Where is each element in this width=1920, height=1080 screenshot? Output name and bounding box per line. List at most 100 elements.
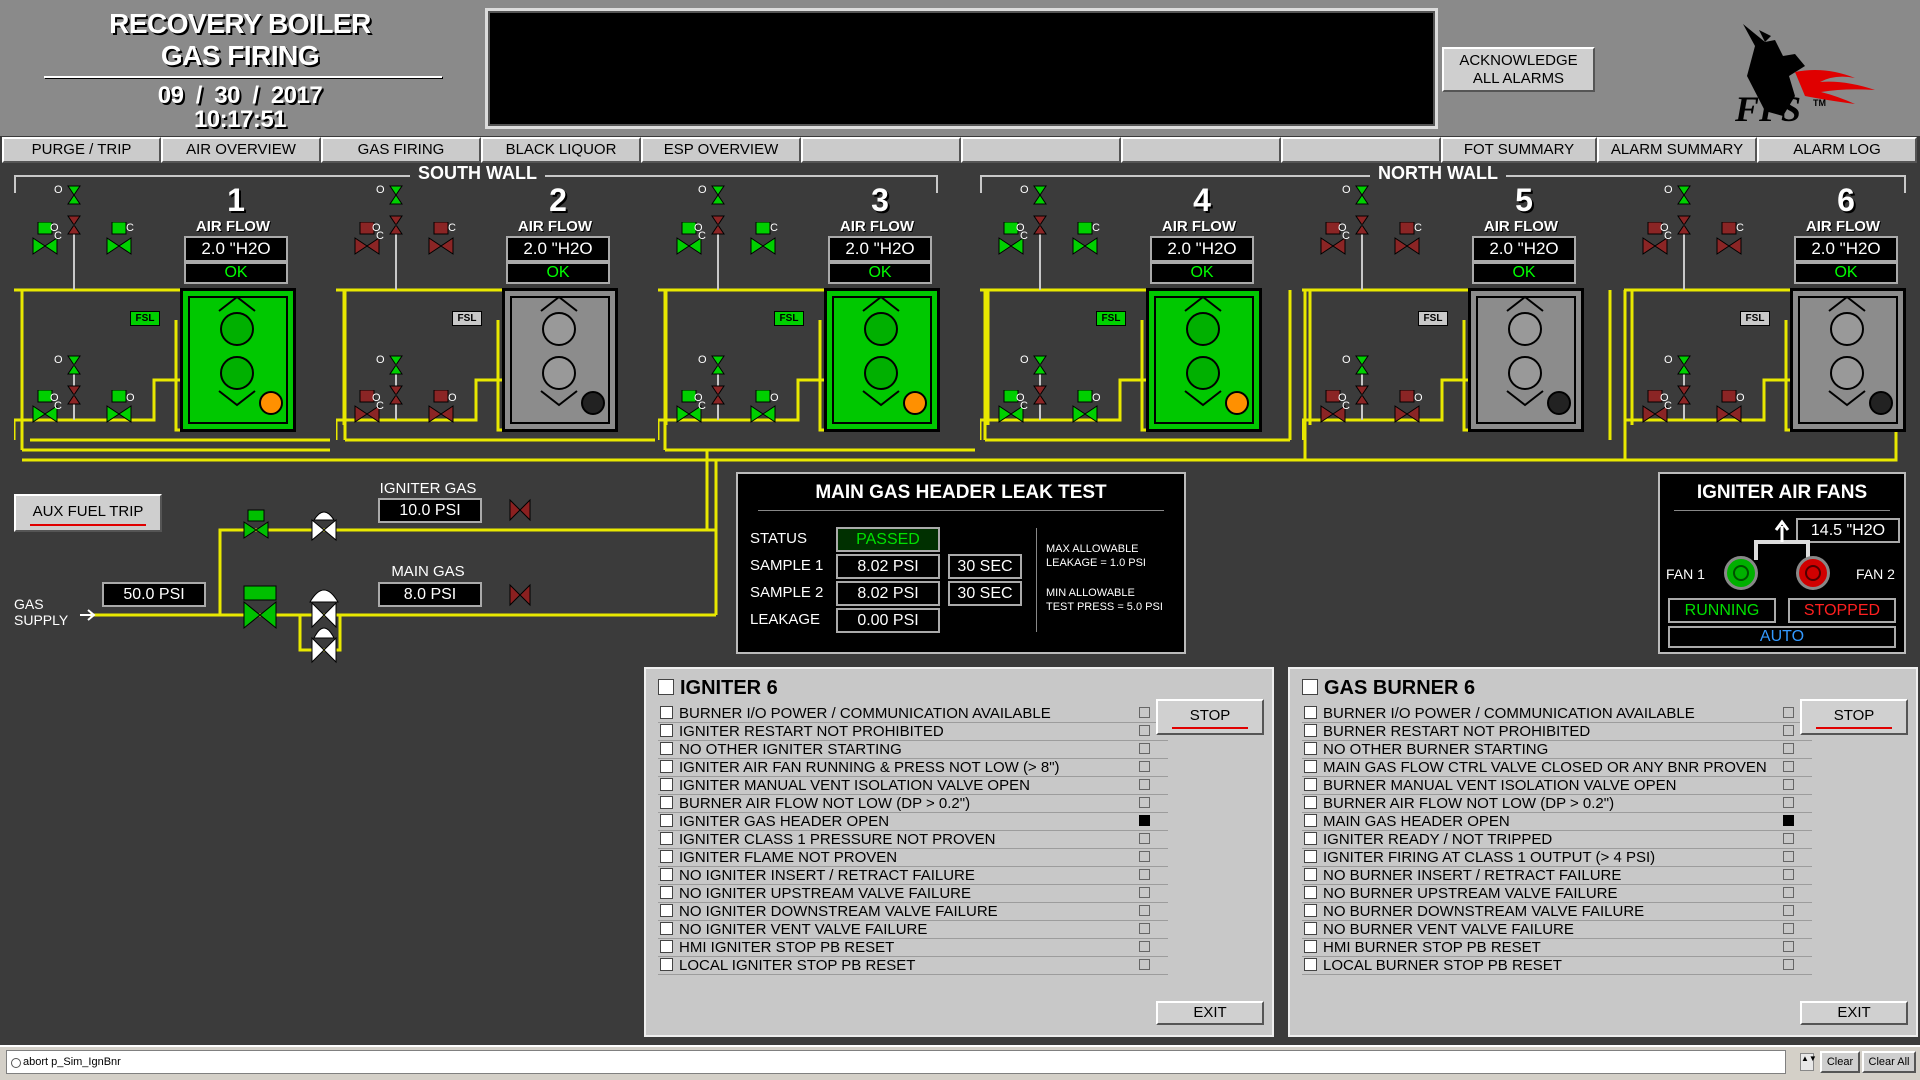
igniter-exit-button[interactable]: EXIT: [1156, 1001, 1264, 1025]
fan2-icon[interactable]: [1796, 556, 1830, 590]
permissive-checkbox[interactable]: [1304, 706, 1317, 719]
permissive-checkbox[interactable]: [1304, 796, 1317, 809]
burner-exit-button[interactable]: EXIT: [1800, 1001, 1908, 1025]
igniter-manual-valve[interactable]: [66, 184, 82, 206]
burner-body[interactable]: [1790, 288, 1906, 432]
permissive-indicator: [1783, 707, 1794, 718]
permissive-indicator: [1139, 959, 1150, 970]
permissive-text: BURNER I/O POWER / COMMUNICATION AVAILAB…: [1323, 705, 1695, 722]
permissive-checkbox[interactable]: [1304, 742, 1317, 755]
igniter-fans-title: IGNITER AIR FANS: [1696, 482, 1868, 503]
igniter-select-checkbox[interactable]: [658, 679, 674, 695]
permissive-checkbox[interactable]: [1304, 904, 1317, 917]
permissive-indicator: [1783, 779, 1794, 790]
sample2-value: 8.02 PSI: [836, 581, 940, 606]
igniter-vent-valve[interactable]: [1032, 214, 1048, 236]
main-manual-valve[interactable]: [1676, 354, 1692, 376]
permissive-checkbox[interactable]: [1304, 832, 1317, 845]
burner-stop-button[interactable]: STOP: [1800, 699, 1908, 735]
permissive-checkbox[interactable]: [660, 814, 673, 827]
leak-status-value: PASSED: [836, 527, 940, 552]
permissive-checkbox[interactable]: [1304, 778, 1317, 791]
permissive-checkbox[interactable]: [660, 886, 673, 899]
permissive-checkbox[interactable]: [660, 850, 673, 863]
igniter-vent-valve[interactable]: [66, 214, 82, 236]
permissive-checkbox[interactable]: [1304, 958, 1317, 971]
permissive-checkbox[interactable]: [660, 778, 673, 791]
leak-note-1a: MAX ALLOWABLE: [1046, 543, 1139, 555]
main-manual-valve[interactable]: [66, 354, 82, 376]
valve-open-label: O: [372, 222, 381, 234]
valve-open-label: O: [698, 184, 707, 196]
command-line[interactable]: abort p_Sim_IgnBnr: [6, 1050, 1786, 1074]
permissive-checkbox[interactable]: [660, 760, 673, 773]
permissive-checkbox[interactable]: [1304, 940, 1317, 953]
permissive-checkbox[interactable]: [1304, 850, 1317, 863]
main-manual-valve[interactable]: [1032, 354, 1048, 376]
main-vent-valve[interactable]: [1032, 384, 1048, 406]
permissive-row: IGNITER GAS HEADER OPEN: [658, 813, 1168, 832]
air-flow-status: OK: [828, 262, 932, 284]
permissive-row: BURNER MANUAL VENT ISOLATION VALVE OPEN: [1302, 777, 1812, 796]
permissive-checkbox[interactable]: [1304, 886, 1317, 899]
igniter-manual-valve[interactable]: [1032, 184, 1048, 206]
permissive-checkbox[interactable]: [660, 724, 673, 737]
igniter-manual-valve[interactable]: [1354, 184, 1370, 206]
permissive-text: BURNER I/O POWER / COMMUNICATION AVAILAB…: [679, 705, 1051, 722]
permissive-checkbox[interactable]: [660, 868, 673, 881]
main-manual-valve[interactable]: [388, 354, 404, 376]
burner-body[interactable]: [180, 288, 296, 432]
permissive-checkbox[interactable]: [660, 706, 673, 719]
burner-body[interactable]: [1468, 288, 1584, 432]
valve-open-label: O: [54, 184, 63, 196]
air-flow-value: 2.0 "H2O: [828, 236, 932, 262]
row-divider: [658, 974, 1168, 975]
burner-detail: [832, 295, 932, 424]
permissive-checkbox[interactable]: [1304, 922, 1317, 935]
permissive-checkbox[interactable]: [660, 742, 673, 755]
permissive-row: IGNITER READY / NOT TRIPPED: [1302, 831, 1812, 850]
burner-body[interactable]: [824, 288, 940, 432]
leak-note-2: MIN ALLOWABLE TEST PRESS = 5.0 PSI: [1046, 586, 1163, 614]
burner-body[interactable]: [1146, 288, 1262, 432]
burner-unit: 6 AIR FLOW 2.0 "H2O OK FSL O C O C O C O O: [1624, 180, 1920, 440]
permissive-row: HMI BURNER STOP PB RESET: [1302, 939, 1812, 958]
igniter-manual-valve[interactable]: [388, 184, 404, 206]
permissive-checkbox[interactable]: [1304, 724, 1317, 737]
permissive-checkbox[interactable]: [660, 904, 673, 917]
igniter-fans-panel: IGNITER AIR FANS 14.5 "H2O FAN 1 FAN 2 R…: [1658, 472, 1906, 654]
clear-button[interactable]: Clear: [1820, 1051, 1860, 1073]
permissive-indicator: [1783, 923, 1794, 934]
permissive-checkbox[interactable]: [660, 796, 673, 809]
permissive-checkbox[interactable]: [1304, 868, 1317, 881]
permissive-checkbox[interactable]: [660, 958, 673, 971]
valve-open-label: O: [1736, 392, 1745, 404]
igniter-manual-valve[interactable]: [710, 184, 726, 206]
igniter-vent-valve[interactable]: [1354, 214, 1370, 236]
clear-all-button[interactable]: Clear All: [1862, 1051, 1916, 1073]
igniter-manual-valve[interactable]: [1676, 184, 1692, 206]
fan1-icon[interactable]: [1724, 556, 1758, 590]
igniter-vent-valve[interactable]: [710, 214, 726, 236]
main-manual-valve[interactable]: [710, 354, 726, 376]
igniter-vent-valve[interactable]: [1676, 214, 1692, 236]
burner-number: 2: [549, 182, 567, 218]
main-vent-valve[interactable]: [710, 384, 726, 406]
permissive-checkbox[interactable]: [660, 832, 673, 845]
main-vent-valve[interactable]: [388, 384, 404, 406]
leak-test-panel: MAIN GAS HEADER LEAK TEST STATUS PASSED …: [736, 472, 1186, 654]
igniter-stop-button[interactable]: STOP: [1156, 699, 1264, 735]
permissive-checkbox[interactable]: [660, 922, 673, 935]
permissive-checkbox[interactable]: [1304, 814, 1317, 827]
scroll-arrows-icon[interactable]: ▲▼: [1800, 1053, 1817, 1071]
main-vent-valve[interactable]: [1676, 384, 1692, 406]
permissive-checkbox[interactable]: [660, 940, 673, 953]
permissive-checkbox[interactable]: [1304, 760, 1317, 773]
igniter-vent-valve[interactable]: [388, 214, 404, 236]
main-vent-valve[interactable]: [1354, 384, 1370, 406]
burner-body[interactable]: [502, 288, 618, 432]
permissive-indicator: [1139, 851, 1150, 862]
main-manual-valve[interactable]: [1354, 354, 1370, 376]
burner-select-checkbox[interactable]: [1302, 679, 1318, 695]
main-vent-valve[interactable]: [66, 384, 82, 406]
